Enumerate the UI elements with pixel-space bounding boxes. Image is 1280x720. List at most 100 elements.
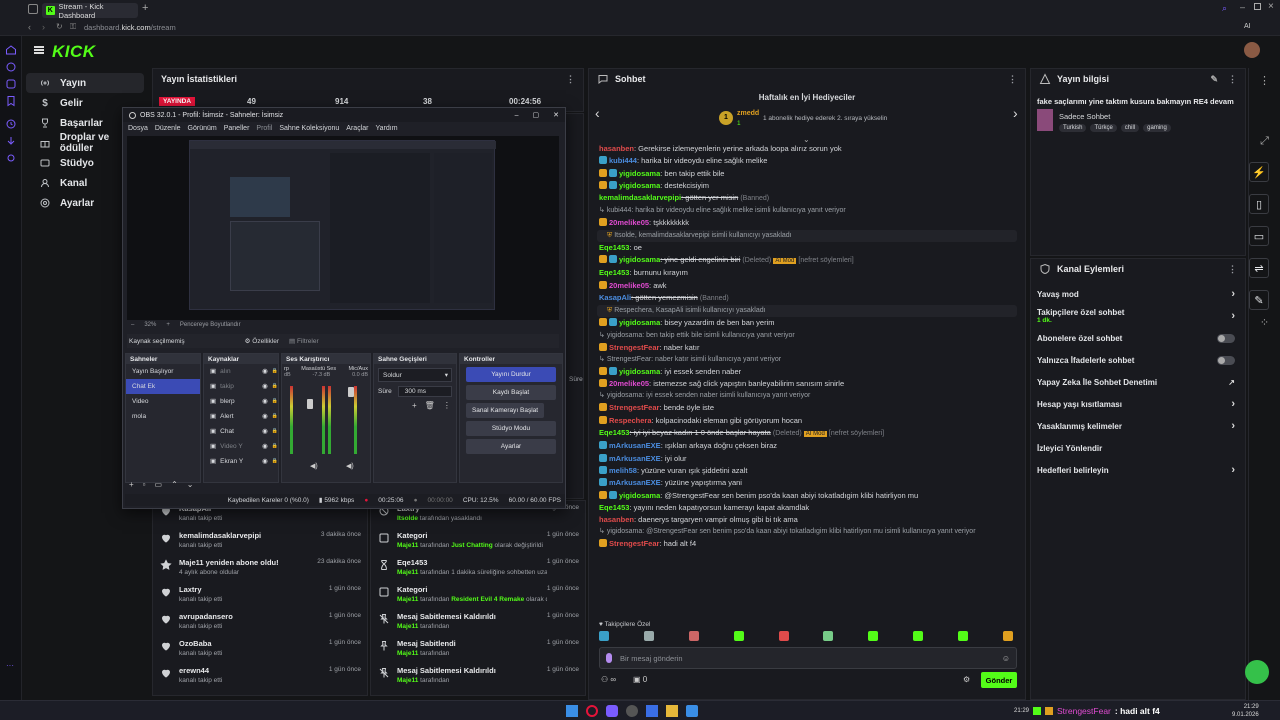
chat-message[interactable]: yigidosama: destekcisiyim: [589, 180, 1025, 192]
chat-message[interactable]: Eqe1453: yayını neden kapatıyorsun kamer…: [589, 502, 1025, 514]
lock-icon[interactable]: 🔒: [272, 424, 278, 439]
emote-icon[interactable]: [733, 631, 744, 641]
obs-taskbar-icon[interactable]: [626, 705, 638, 717]
forward-icon[interactable]: ›: [42, 22, 45, 32]
start-icon[interactable]: [566, 705, 578, 717]
mute-icon[interactable]: ◀): [310, 462, 318, 470]
emote-icon[interactable]: [778, 631, 789, 641]
avatar[interactable]: [1244, 42, 1260, 58]
chat-username[interactable]: Eqe1453: [599, 243, 629, 252]
lock-icon[interactable]: 🔒: [272, 409, 278, 424]
reload-icon[interactable]: ↻: [56, 22, 63, 31]
chat-username[interactable]: mArkusanEXE: [609, 441, 661, 450]
emoji-picker-icon[interactable]: ☺: [1002, 654, 1010, 663]
scene-item[interactable]: Chat Ek: [126, 379, 200, 394]
emote-icon[interactable]: [599, 631, 609, 641]
opera-icon[interactable]: [586, 705, 598, 717]
toggle-switch[interactable]: [1217, 333, 1235, 343]
tag-chip[interactable]: gaming: [1143, 124, 1171, 132]
home-icon[interactable]: [0, 42, 22, 58]
chat-username[interactable]: 20melike05: [609, 379, 649, 388]
chat-username[interactable]: StrengestFear: [609, 403, 659, 412]
start-recording-button[interactable]: Kaydı Başlat: [466, 385, 556, 400]
filters-button[interactable]: ▤ Filtreler: [289, 337, 319, 345]
aria-ai-icon[interactable]: AI: [1244, 23, 1251, 30]
emote-icon[interactable]: [913, 631, 924, 641]
emote-icon[interactable]: [1002, 631, 1013, 641]
visibility-icon[interactable]: ◉: [262, 394, 268, 409]
obs-menu-item[interactable]: Paneller: [224, 125, 250, 132]
lock-icon[interactable]: 🔒: [272, 394, 278, 409]
properties-button[interactable]: ⚙ Özellikler: [245, 337, 279, 345]
maximize-icon[interactable]: [1254, 3, 1261, 10]
sidebar-item-yayin[interactable]: Yayın: [26, 73, 144, 93]
chat-username[interactable]: mArkusanEXE: [609, 454, 661, 463]
tag-chip[interactable]: Türkçe: [1090, 124, 1117, 132]
tab-stream[interactable]: K Stream - Kick Dashboard: [42, 2, 138, 20]
history-icon[interactable]: [0, 116, 22, 132]
activity-row[interactable]: Mesaj Sabitlemesi Kaldırıldı Maje11 taraf…: [371, 609, 585, 636]
source-item[interactable]: ▣ Video Y ◉ 🔒: [204, 439, 278, 454]
chat-message[interactable]: mArkusanEXE: yüzüne yapıştırma yani: [589, 477, 1025, 489]
expand-icon[interactable]: ⤢: [1249, 135, 1280, 148]
obs-menu-item[interactable]: Profil: [256, 125, 272, 132]
chat-username[interactable]: kubi444: [609, 156, 637, 165]
quick-action-raid-icon[interactable]: ⇌: [1249, 258, 1269, 278]
source-item[interactable]: ▣ takip ◉ 🔒: [204, 379, 278, 394]
chat-username[interactable]: KasapAli: [599, 293, 631, 302]
activity-row[interactable]: Mesaj Sabitlemesi Kaldırıldı Maje11 taraf…: [371, 663, 585, 690]
channel-action-item[interactable]: İzleyici Yönlendir: [1031, 437, 1245, 459]
chat-message[interactable]: 20melike05: tşkkkkkkkk: [589, 217, 1025, 229]
category-name[interactable]: Sadece Sohbet: [1059, 112, 1110, 121]
chat-username[interactable]: hasanben: [599, 515, 634, 524]
help-fab-icon[interactable]: [1245, 660, 1269, 684]
obs-maximize-icon[interactable]: ▢: [533, 111, 540, 119]
chat-message[interactable]: yigidosama: ben takip ettik bile: [589, 168, 1025, 180]
transition-more-icon[interactable]: ⋮: [443, 401, 451, 410]
quick-action-tablet-icon[interactable]: ▯: [1249, 194, 1269, 214]
toggle-switch[interactable]: [1217, 355, 1235, 365]
obs-menu-item[interactable]: Görünüm: [188, 125, 217, 132]
chat-message[interactable]: 20melike05: awk: [589, 280, 1025, 292]
chat-message[interactable]: yigidosama: @StrengestFear sen benim pso…: [589, 490, 1025, 502]
folder-icon[interactable]: [666, 705, 678, 717]
lock-icon[interactable]: 🔒: [272, 379, 278, 394]
obs-preview[interactable]: [127, 136, 559, 320]
volume-slider[interactable]: [348, 387, 354, 397]
more-options-icon[interactable]: ⋮: [1228, 264, 1237, 275]
emote-icon[interactable]: [823, 631, 834, 641]
chat-username[interactable]: Eqe1453: [599, 503, 629, 512]
stop-streaming-button[interactable]: Yayını Durdur: [466, 367, 556, 382]
menu-icon[interactable]: [34, 46, 44, 54]
chat-message[interactable]: StrengestFear: hadi alt f4: [589, 538, 1025, 550]
chat-message[interactable]: yigidosama: yine geldi engelinin biri (D…: [589, 254, 1025, 267]
activity-row[interactable]: Mesaj Sabitlendi Maje11 tarafından 1 gün ö…: [371, 636, 585, 663]
chat-message[interactable]: Respechera: kolpacinodaki eleman gibi gö…: [589, 415, 1025, 427]
kick-logo[interactable]: KICK: [52, 42, 96, 62]
channel-action-item[interactable]: Yapay Zeka İle Sohbet Denetimi ↗: [1031, 371, 1245, 393]
chat-message[interactable]: Eqe1453: iyi iyi beyaz kadın 1 0 önde ba…: [589, 427, 1025, 440]
bookmark-icon[interactable]: [0, 93, 22, 109]
chat-username[interactable]: 20melike05: [609, 218, 649, 227]
chat-username[interactable]: StrengestFear: [609, 539, 659, 548]
chat-message[interactable]: kubi444: harika bir videoydu eline sağlı…: [589, 155, 1025, 167]
chat-username[interactable]: yigidosama: [619, 367, 660, 376]
new-tab-icon[interactable]: +: [142, 2, 148, 14]
chat-username[interactable]: Eqe1453: [599, 268, 629, 277]
channel-action-item[interactable]: Yasaklanmış kelimeler ›: [1031, 415, 1245, 437]
settings-icon[interactable]: [0, 150, 22, 166]
move-up-icon[interactable]: ⌃: [171, 480, 178, 490]
next-chevron-icon[interactable]: ›: [1013, 105, 1018, 121]
source-item[interactable]: ▣ Alert ◉ 🔒: [204, 409, 278, 424]
lock-icon[interactable]: 🔒: [272, 454, 278, 469]
quick-action-chat-icon[interactable]: ▭: [1249, 226, 1269, 246]
more-options-icon[interactable]: ⋮: [566, 74, 575, 85]
duration-input[interactable]: 300 ms: [397, 386, 452, 397]
emote-icon[interactable]: [643, 631, 654, 641]
activity-row[interactable]: Laxtry kanalı takip etti 1 gün önce: [153, 582, 367, 609]
messenger-icon[interactable]: [0, 59, 22, 75]
chat-username[interactable]: Eqe1453: [599, 428, 629, 437]
chat-username[interactable]: yigidosama: [619, 169, 660, 178]
chat-message[interactable]: mArkusanEXE: ışıkları arkaya doğru çekse…: [589, 440, 1025, 452]
minimize-icon[interactable]: –: [1240, 2, 1245, 12]
